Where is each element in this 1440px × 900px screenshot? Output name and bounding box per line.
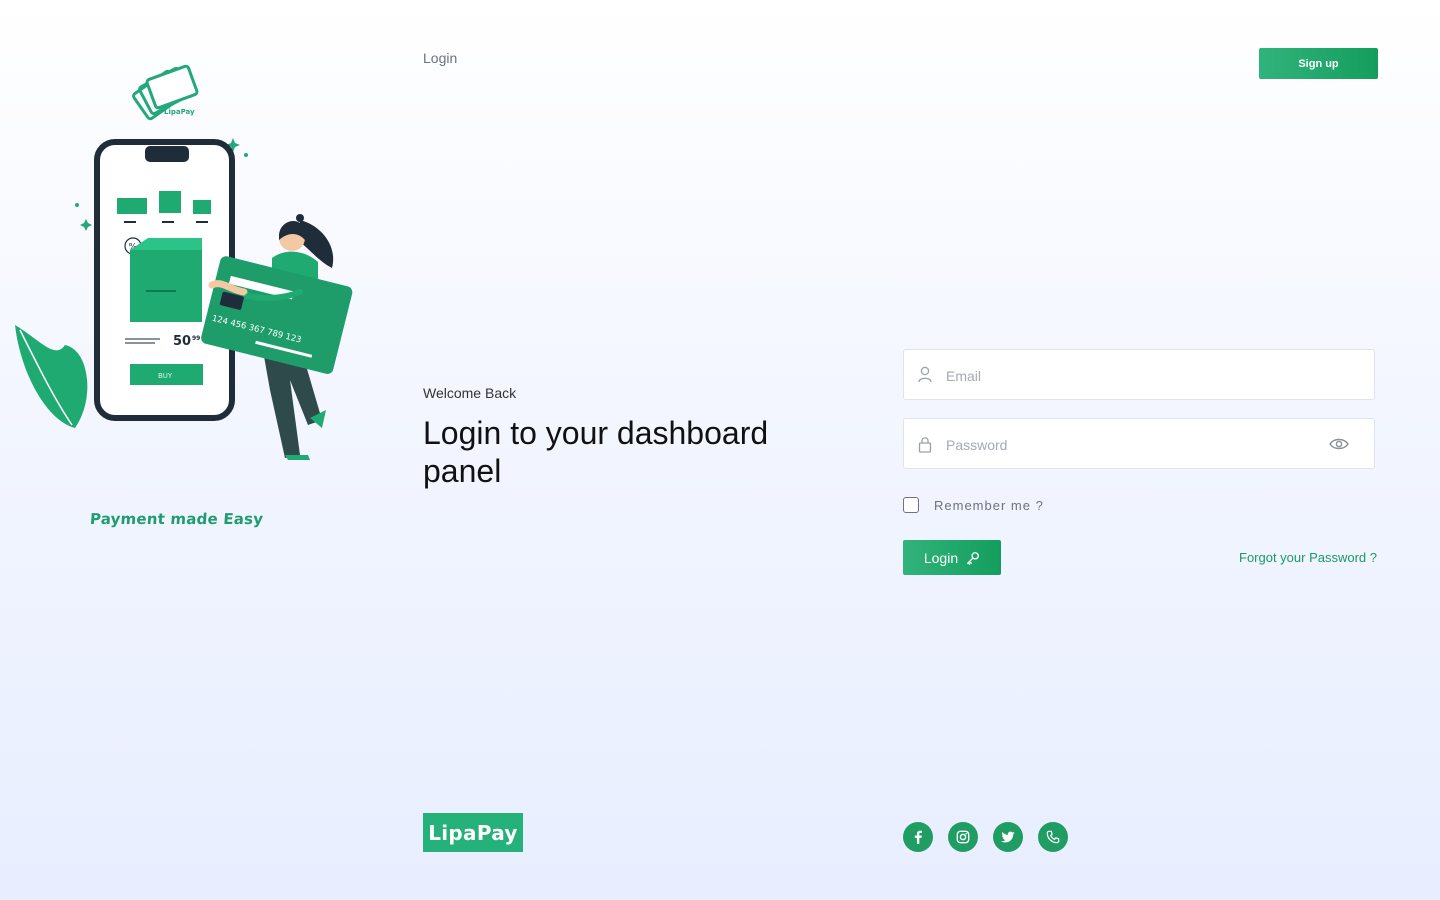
password-input[interactable] [944,419,1328,470]
leaf-icon [15,325,88,428]
welcome-text: Welcome Back [423,385,517,401]
eye-icon[interactable] [1329,436,1349,452]
payment-illustration: LipaPay % 50 99 BUY 124 456 367 789 123 [15,64,353,460]
twitter-button[interactable] [993,822,1023,852]
instagram-button[interactable] [948,822,978,852]
nav-login-link[interactable]: Login [423,50,457,66]
tagline: Payment made Easy [89,510,264,528]
forgot-password-link[interactable]: Forgot your Password ? [1239,550,1377,565]
phone-mockup: % 50 99 BUY [94,139,235,421]
twitter-icon [1001,831,1015,843]
illustration-logo-text: LipaPay [164,108,195,116]
email-input[interactable] [944,350,1328,401]
lock-icon [918,437,932,453]
key-icon [967,551,980,565]
facebook-icon [914,830,922,844]
brand-logo: LipaPay [423,813,523,852]
instagram-icon [956,830,970,844]
price-cents-text: 99 [192,335,200,342]
phone-button[interactable] [1038,822,1068,852]
money-logo: LipaPay [132,64,199,121]
price-text: 50 [173,334,191,349]
user-icon [918,366,932,383]
remember-checkbox[interactable] [903,497,919,513]
login-button[interactable]: Login [903,540,1001,575]
email-field-container[interactable] [903,349,1375,401]
password-field-container[interactable] [903,418,1375,470]
buy-label: BUY [158,372,173,380]
remember-label: Remember me ? [934,497,1044,513]
page-title: Login to your dashboard panel [423,415,769,489]
remember-me[interactable]: Remember me ? [903,497,1044,513]
phone-icon [1046,830,1060,844]
login-button-label: Login [923,549,959,566]
signup-button[interactable]: Sign up [1259,48,1378,79]
facebook-button[interactable] [903,822,933,852]
social-links [903,822,1068,852]
